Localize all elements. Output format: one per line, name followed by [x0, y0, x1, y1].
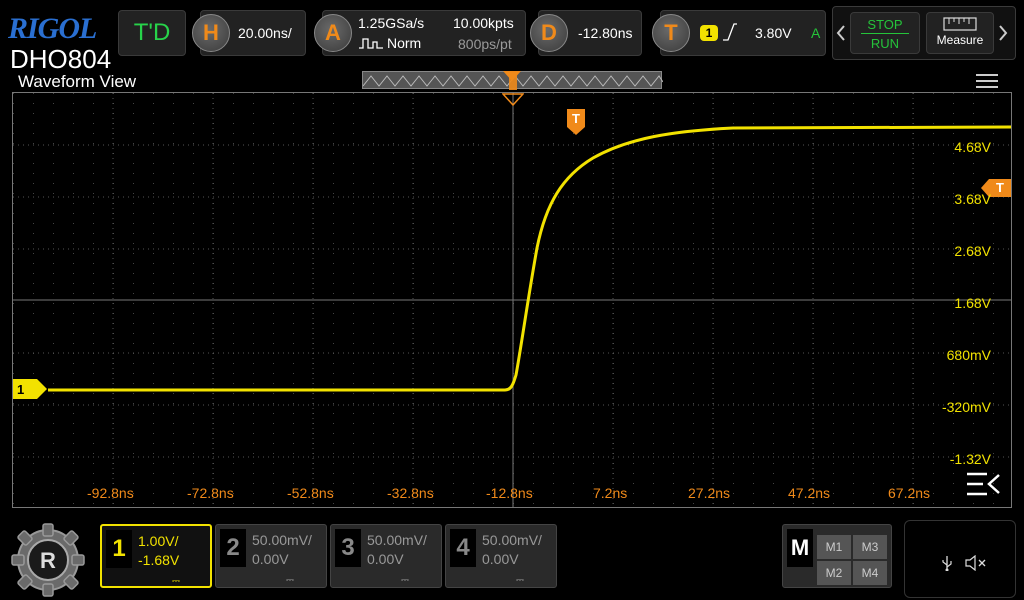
status-area — [904, 520, 1016, 598]
channel-4-box[interactable]: 4 50.00mV/ 0.00V ⎓ — [445, 524, 557, 588]
x-label: -12.8ns — [486, 485, 533, 501]
x-label: 47.2ns — [788, 485, 831, 501]
y-label: -1.32V — [949, 451, 991, 467]
dc-coupling-icon: ⎓ — [401, 575, 410, 586]
channel-scale: 50.00mV/ — [367, 532, 427, 548]
measure-label: Measure — [936, 33, 984, 47]
rigol-gear-logo-icon[interactable]: R — [8, 520, 88, 600]
x-label: -72.8ns — [187, 485, 234, 501]
trigger-position-marker[interactable] — [502, 93, 524, 107]
usb-icon[interactable] — [941, 555, 953, 571]
x-label: -92.8ns — [87, 485, 134, 501]
chevron-left-icon[interactable] — [836, 24, 846, 42]
y-label: 4.68V — [954, 139, 991, 155]
channel-1-marker[interactable]: 1 — [13, 379, 47, 399]
y-label: 680mV — [946, 347, 991, 363]
channel-1-marker-label: 1 — [17, 382, 25, 397]
channel-scale: 50.00mV/ — [252, 532, 312, 548]
stop-label: STOP — [867, 17, 903, 32]
memory-position-marker[interactable] — [502, 70, 522, 82]
channel-number: 3 — [335, 529, 361, 567]
y-label: -320mV — [941, 399, 991, 415]
trigger-level: 3.80V — [755, 25, 792, 41]
trigger-source-badge: 1 — [700, 25, 718, 41]
channel-number: 1 — [106, 530, 132, 568]
channel-offset: 0.00V — [367, 551, 404, 567]
channel-scale: 1.00V/ — [138, 533, 179, 549]
bottom-bar: R 1 1.00V/ -1.68V ⎓ 2 50.00mV/ 0.00V ⎓ 3… — [0, 512, 1024, 600]
y-label: 1.68V — [954, 295, 991, 311]
channel-3-box[interactable]: 3 50.00mV/ 0.00V ⎓ — [330, 524, 442, 588]
collapse-menu-icon[interactable] — [965, 471, 1001, 497]
waveform-grid[interactable]: T T 1 -92.8ns -72.8ns -52.8ns -32.8ns -1… — [12, 92, 1012, 508]
channel-2-box[interactable]: 2 50.00mV/ 0.00V ⎓ — [215, 524, 327, 588]
x-label: 67.2ns — [888, 485, 931, 501]
dc-coupling-icon: ⎓ — [286, 575, 295, 586]
math-m1-button[interactable]: M1 — [817, 535, 851, 559]
x-label: 27.2ns — [688, 485, 731, 501]
trigger-key[interactable]: T — [652, 14, 690, 52]
channel-offset: 0.00V — [252, 551, 289, 567]
dc-coupling-icon: ⎓ — [172, 576, 181, 587]
channel-offset: 0.00V — [482, 551, 519, 567]
hamburger-menu-icon[interactable] — [976, 74, 998, 88]
run-label: RUN — [870, 36, 900, 51]
waveform-view-title: Waveform View — [18, 72, 137, 91]
ruler-icon — [943, 17, 977, 31]
stop-run-button[interactable]: STOP RUN — [850, 12, 920, 54]
measure-button[interactable]: Measure — [926, 12, 994, 54]
math-m4-button[interactable]: M4 — [853, 561, 887, 585]
trigger-marker[interactable]: T — [567, 109, 585, 135]
horizontal-key[interactable]: H — [192, 14, 230, 52]
rising-edge-icon — [723, 23, 737, 41]
math-m2-button[interactable]: M2 — [817, 561, 851, 585]
chevron-right-icon[interactable] — [998, 24, 1008, 42]
svg-text:R: R — [40, 548, 56, 573]
grid-lines — [13, 93, 1011, 507]
top-bar: RIGOL DHO804 T'D H 20.00ns/ A 1.25GSa/s … — [0, 0, 1024, 72]
speaker-muted-icon[interactable] — [965, 555, 987, 571]
x-label: -52.8ns — [287, 485, 334, 501]
channel-scale: 50.00mV/ — [482, 532, 542, 548]
math-m3-button[interactable]: M3 — [853, 535, 887, 559]
time-mode-button[interactable]: T'D — [118, 10, 186, 56]
y-label: 2.68V — [954, 243, 991, 259]
sample-rate: 1.25GSa/s — [358, 15, 425, 31]
channel-number: 4 — [450, 529, 476, 567]
math-panel[interactable]: M M1 M3 M2 M4 — [782, 524, 892, 588]
channel-1-box[interactable]: 1 1.00V/ -1.68V ⎓ — [100, 524, 212, 588]
channel-offset: -1.68V — [138, 552, 180, 568]
delay-key[interactable]: D — [530, 14, 568, 52]
acquire-key[interactable]: A — [314, 14, 352, 52]
model-name: DHO804 — [10, 44, 112, 74]
memory-depth: 10.00kpts — [453, 15, 514, 31]
delay-value: -12.80ns — [578, 25, 633, 41]
time-resolution: 800ps/pt — [458, 36, 512, 52]
x-label: 7.2ns — [593, 485, 628, 501]
y-label: 3.68V — [954, 191, 991, 207]
channel-number: 2 — [220, 529, 246, 567]
trigger-marker-label: T — [572, 111, 580, 126]
x-label: -32.8ns — [387, 485, 434, 501]
trigger-sweep: A — [811, 25, 821, 41]
brand-logo: RIGOL — [8, 12, 97, 45]
horizontal-scale: 20.00ns/ — [238, 25, 292, 41]
math-key[interactable]: M — [787, 529, 813, 567]
trigger-level-label: T — [996, 180, 1004, 195]
dc-coupling-icon: ⎓ — [516, 575, 525, 586]
acquire-mode-icon — [359, 38, 383, 49]
acquire-mode: Norm — [387, 35, 422, 51]
